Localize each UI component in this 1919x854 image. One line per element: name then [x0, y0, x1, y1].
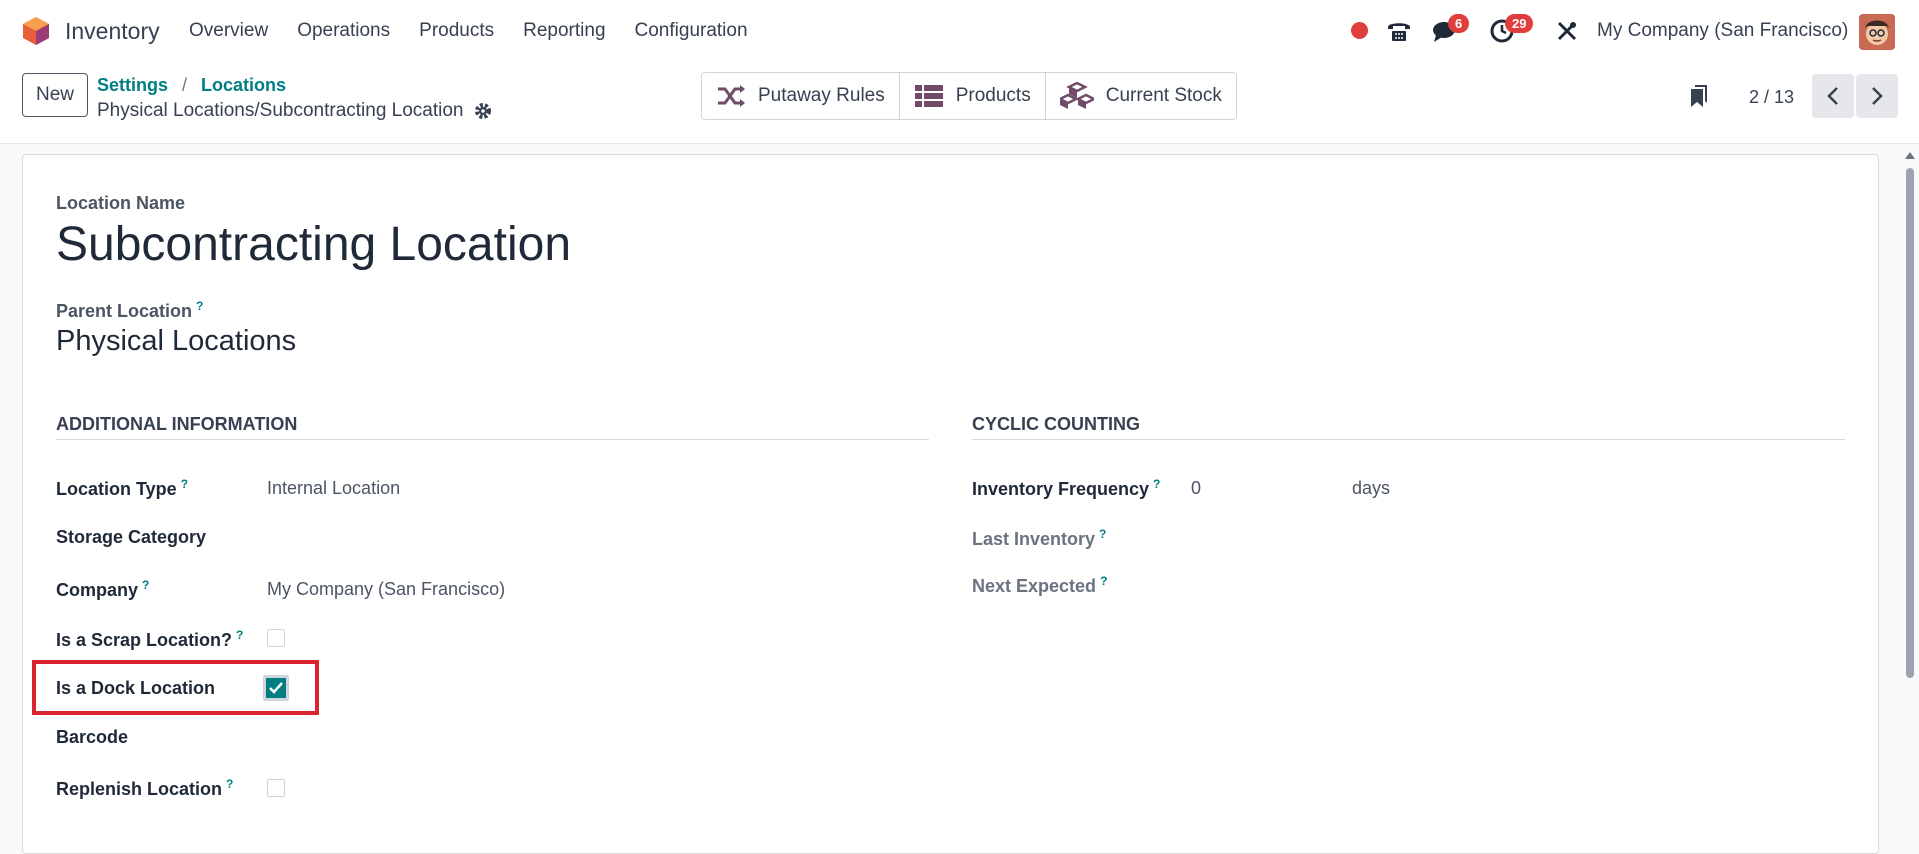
location-type-field[interactable]: Internal Location [267, 478, 400, 499]
parent-location-label: Parent Location? [56, 299, 203, 322]
breadcrumb: Settings / Locations [97, 75, 286, 96]
pager-previous-button[interactable] [1812, 74, 1854, 118]
scrap-location-checkbox[interactable] [267, 629, 285, 647]
bookmark-icon[interactable] [1689, 84, 1709, 108]
inventory-frequency-label-text: Inventory Frequency [972, 479, 1150, 499]
additional-info-heading: Additional Information [56, 414, 929, 440]
scrap-location-label-text: Is a Scrap Location? [56, 630, 233, 650]
inventory-frequency-label: Inventory Frequency? [972, 477, 1160, 500]
menu-item-configuration[interactable]: Configuration [635, 20, 748, 42]
inventory-frequency-field[interactable]: 0 [1191, 478, 1201, 499]
activities-badge: 29 [1505, 14, 1534, 33]
replenish-location-checkbox[interactable] [267, 779, 285, 797]
vertical-scrollbar[interactable] [1904, 150, 1916, 818]
location-type-label: Location Type? [56, 477, 188, 500]
help-icon[interactable]: ? [196, 299, 203, 313]
tools-icon[interactable] [1554, 18, 1580, 44]
scroll-up-icon[interactable] [1904, 150, 1916, 160]
control-panel: New Settings / Locations Physical Location… [0, 63, 1919, 144]
phone-icon[interactable] [1386, 18, 1412, 44]
help-icon[interactable]: ? [1099, 527, 1106, 541]
products-button[interactable]: Products [899, 73, 1046, 119]
inventory-frequency-unit: days [1352, 478, 1391, 498]
chevron-right-icon [1872, 87, 1883, 105]
current-stock-label: Current Stock [1105, 85, 1222, 106]
putaway-rules-label: Putaway Rules [758, 85, 885, 106]
replenish-location-label-text: Replenish Location [56, 779, 223, 799]
chevron-left-icon [1827, 87, 1838, 105]
app-logo-icon[interactable] [22, 16, 50, 46]
breadcrumb-separator: / [182, 75, 188, 95]
products-label: Products [955, 85, 1031, 106]
location-name-label: Location Name [56, 193, 186, 213]
menu-item-products[interactable]: Products [419, 20, 494, 42]
messages-badge: 6 [1448, 14, 1470, 33]
menu-item-reporting[interactable]: Reporting [523, 20, 605, 42]
help-icon[interactable]: ? [1153, 477, 1160, 491]
form-sheet: Location Name Subcontracting Location Pa… [22, 154, 1879, 854]
user-avatar[interactable] [1859, 14, 1895, 50]
main-menu: Overview Operations Products Reporting C… [189, 20, 777, 42]
help-icon[interactable]: ? [1100, 574, 1107, 588]
record-title-text: Physical Locations/Subcontracting Locati… [97, 100, 464, 121]
last-inventory-label: Last Inventory? [972, 527, 1106, 550]
next-expected-label: Next Expected? [972, 574, 1107, 597]
location-name-field[interactable]: Subcontracting Location [56, 217, 571, 272]
last-inventory-label-text: Last Inventory [972, 529, 1096, 549]
company-label-text: Company [56, 580, 139, 600]
menu-item-operations[interactable]: Operations [297, 20, 390, 42]
scrap-location-label: Is a Scrap Location?? [56, 628, 243, 651]
smart-buttons: Putaway Rules Products Current Stock [701, 72, 1237, 120]
putaway-rules-button[interactable]: Putaway Rules [702, 73, 900, 119]
gear-icon[interactable] [474, 102, 492, 120]
company-switcher[interactable]: My Company (San Francisco) [1597, 20, 1848, 42]
app-name[interactable]: Inventory [65, 18, 160, 45]
breadcrumb-settings[interactable]: Settings [97, 75, 168, 95]
scrollbar-thumb[interactable] [1906, 168, 1914, 678]
current-stock-button[interactable]: Current Stock [1045, 73, 1236, 119]
company-label: Company? [56, 578, 149, 601]
cubes-icon [1059, 82, 1094, 109]
record-title: Physical Locations/Subcontracting Locati… [97, 100, 492, 122]
list-icon [914, 85, 943, 107]
record-icon[interactable] [1351, 22, 1368, 39]
storage-category-label: Storage Category [56, 527, 207, 547]
replenish-location-label: Replenish Location? [56, 777, 233, 800]
help-icon[interactable]: ? [236, 628, 243, 642]
breadcrumb-locations[interactable]: Locations [201, 75, 286, 95]
cyclic-counting-heading: Cyclic Counting [972, 414, 1845, 440]
pager-value[interactable]: 2 / 13 [1749, 87, 1794, 108]
barcode-label: Barcode [56, 727, 129, 747]
next-expected-label-text: Next Expected [972, 576, 1097, 596]
parent-location-field[interactable]: Physical Locations [56, 325, 296, 358]
help-icon[interactable]: ? [226, 777, 233, 791]
dock-location-highlight [32, 660, 319, 715]
help-icon[interactable]: ? [142, 578, 149, 592]
menu-item-overview[interactable]: Overview [189, 20, 268, 42]
help-icon[interactable]: ? [181, 477, 188, 491]
pager-next-button[interactable] [1856, 74, 1898, 118]
shuffle-icon [718, 85, 745, 107]
parent-location-label-text: Parent Location [56, 301, 193, 321]
company-field[interactable]: My Company (San Francisco) [267, 579, 505, 600]
new-button[interactable]: New [22, 73, 88, 117]
location-type-label-text: Location Type [56, 479, 177, 499]
top-navbar: Inventory Overview Operations Products R… [0, 0, 1919, 63]
